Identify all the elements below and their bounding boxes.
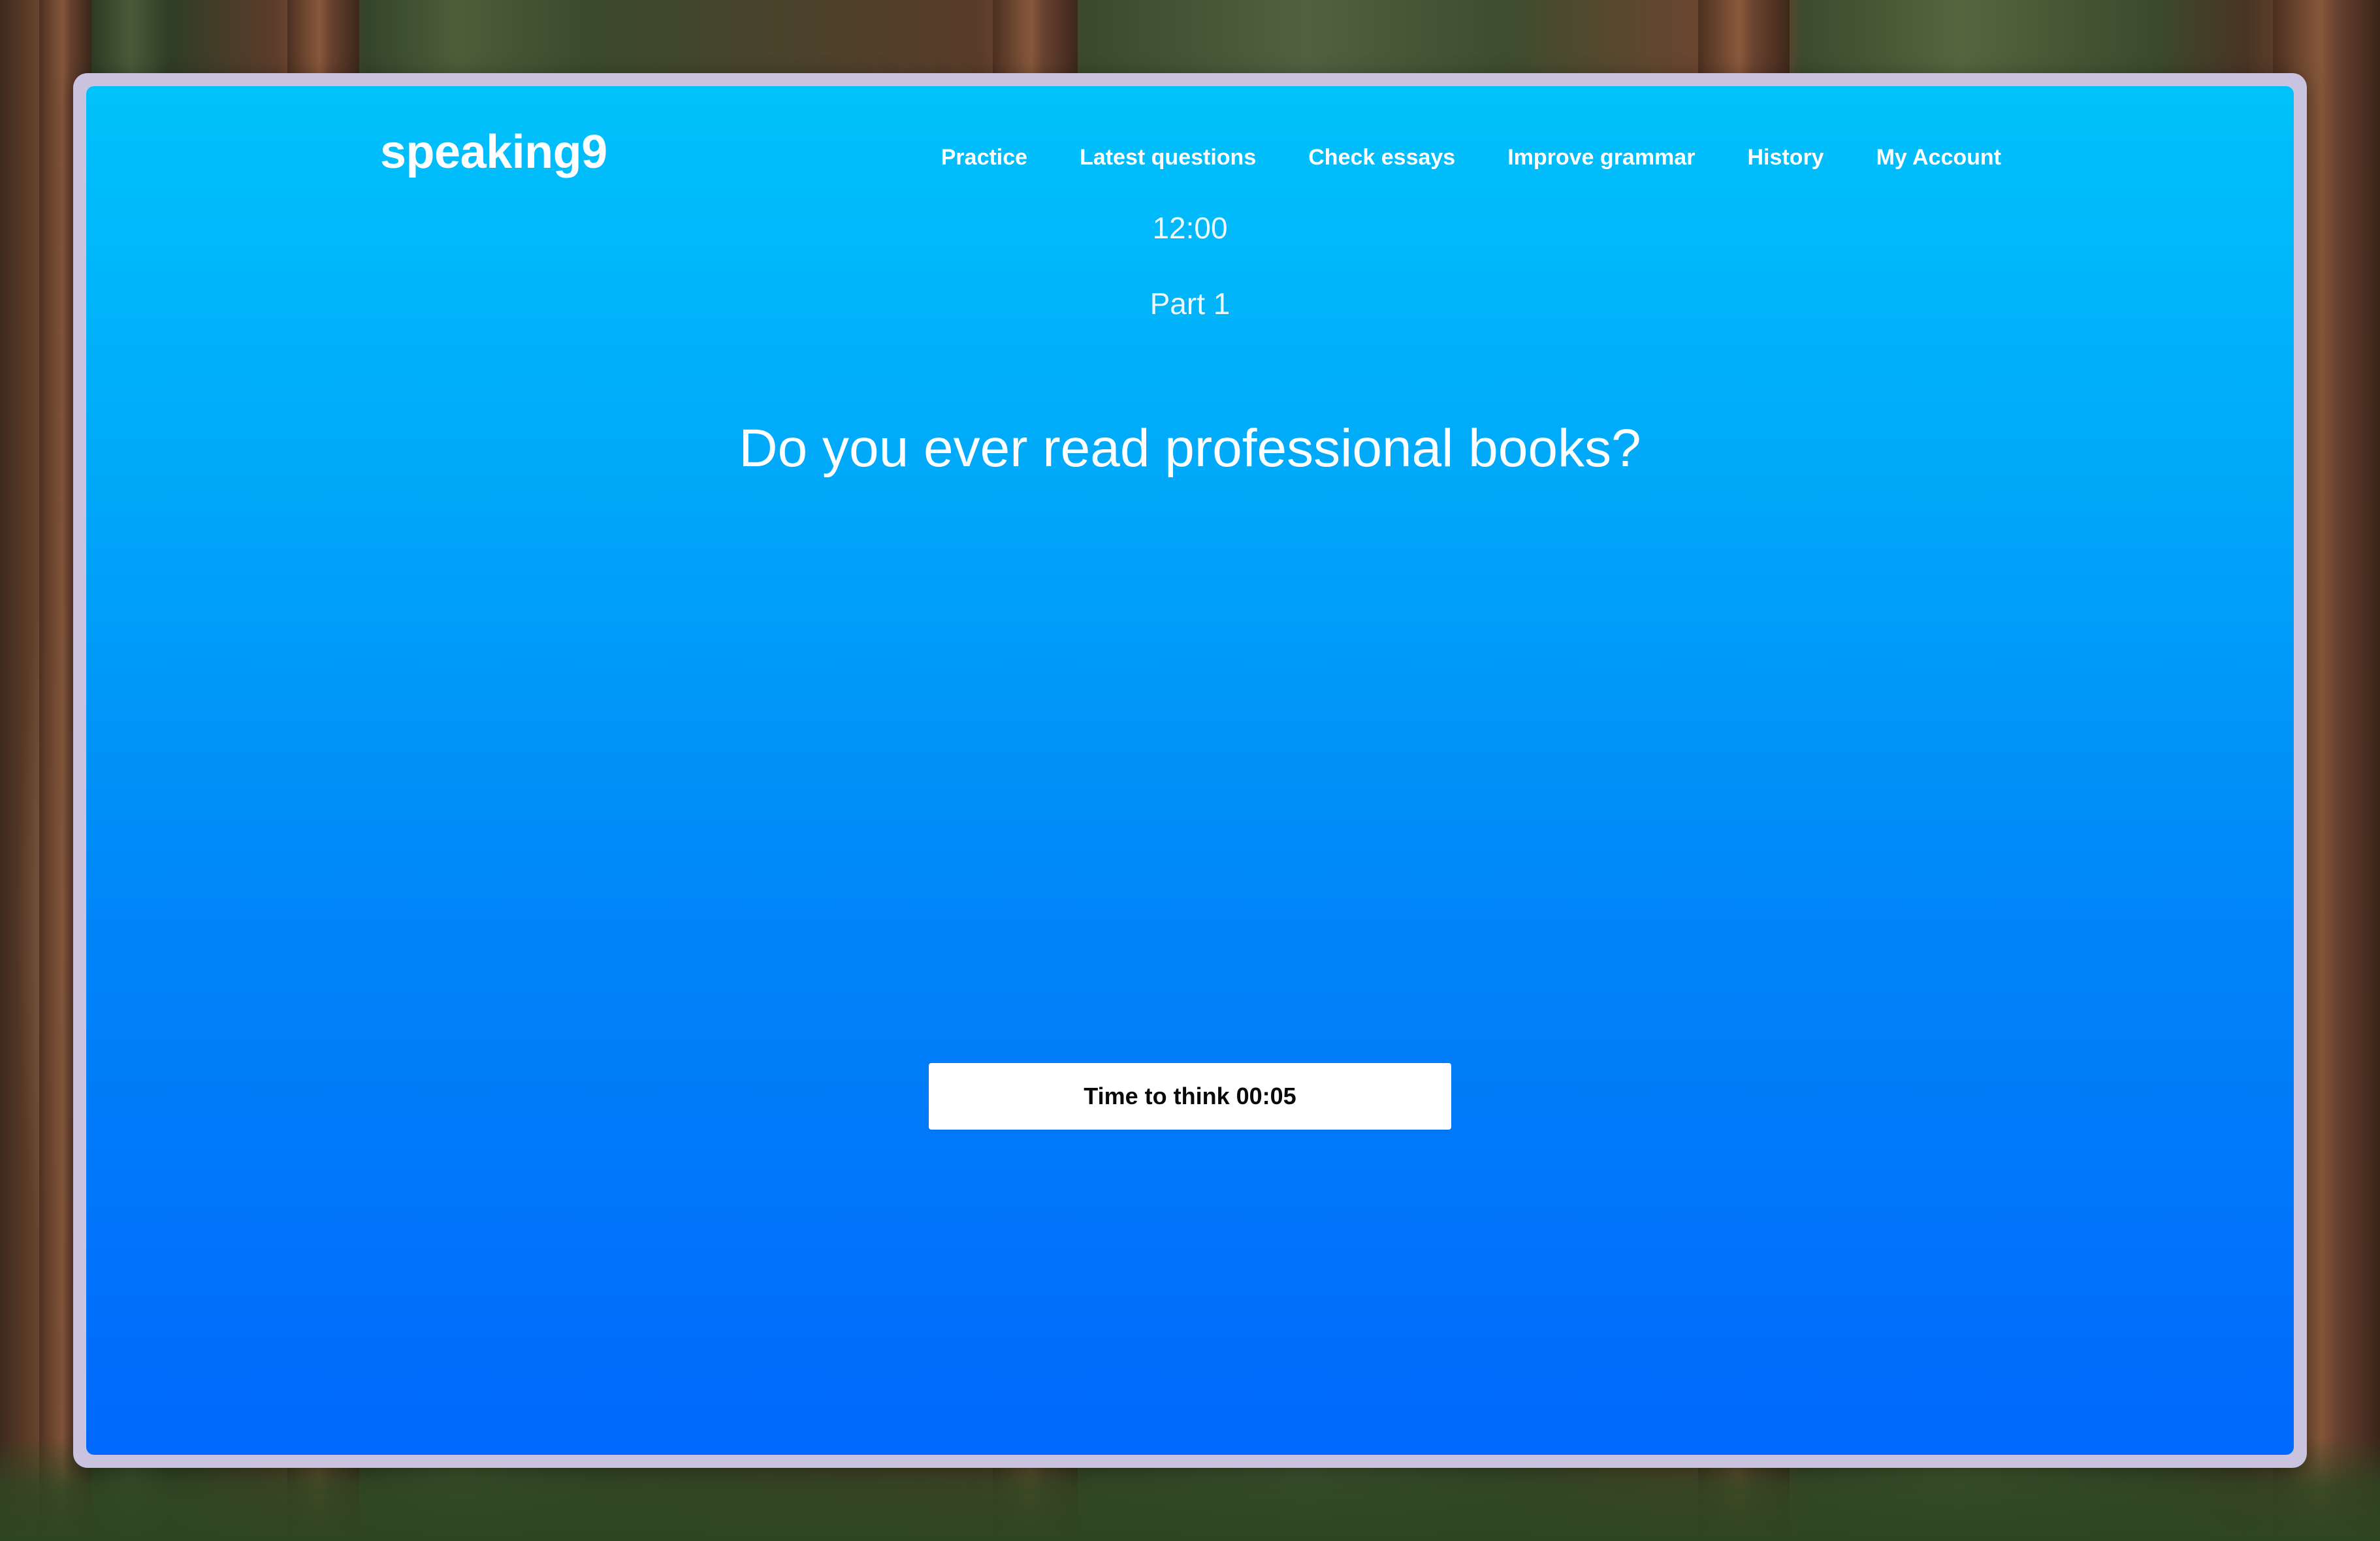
nav-item-latest-questions[interactable]: Latest questions [1080, 145, 1256, 170]
browser-window: speaking9 Practice Latest questions Chec… [73, 73, 2307, 1468]
speaking-practice-app: speaking9 Practice Latest questions Chec… [86, 86, 2294, 1455]
part-label: Part 1 [1150, 287, 1230, 321]
main-nav: Practice Latest questions Check essays I… [941, 145, 2001, 170]
nav-item-check-essays[interactable]: Check essays [1308, 145, 1455, 170]
time-to-think-button[interactable]: Time to think 00:05 [929, 1063, 1451, 1130]
app-logo[interactable]: speaking9 [380, 125, 607, 179]
nav-item-my-account[interactable]: My Account [1876, 145, 2001, 170]
nav-item-practice[interactable]: Practice [941, 145, 1027, 170]
nav-item-improve-grammar[interactable]: Improve grammar [1507, 145, 1695, 170]
nav-item-history[interactable]: History [1747, 145, 1824, 170]
question-text: Do you ever read professional books? [739, 419, 1641, 478]
session-timer: 12:00 [1152, 211, 1228, 245]
